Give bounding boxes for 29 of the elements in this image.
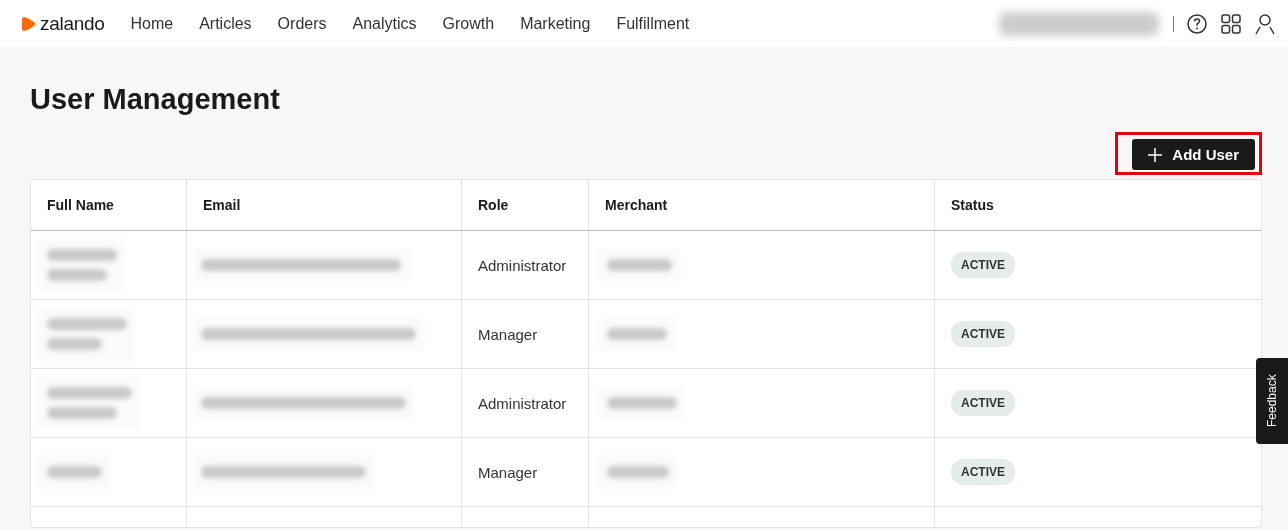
status-badge: ACTIVE <box>951 252 1015 278</box>
column-header: Merchant <box>605 197 668 213</box>
add-user-button[interactable]: Add User <box>1132 139 1255 170</box>
nav-link[interactable]: Home <box>130 14 174 33</box>
role-text: Manager <box>478 463 538 481</box>
nav-link[interactable]: Growth <box>442 14 495 33</box>
column-header: Status <box>951 197 994 213</box>
logo-icon <box>22 15 36 32</box>
help-icon[interactable] <box>1186 12 1208 35</box>
status-badge: ACTIVE <box>951 459 1015 485</box>
column-header: Email <box>203 197 241 213</box>
role-text: Manager <box>478 325 538 343</box>
user-icon[interactable] <box>1254 12 1276 35</box>
nav-link[interactable]: Articles <box>199 14 252 33</box>
column-header: Role <box>478 197 509 213</box>
role-text: Administrator <box>478 256 567 274</box>
nav-link[interactable]: Marketing <box>520 14 591 33</box>
status-badge: ACTIVE <box>951 321 1015 347</box>
page-title: User Management <box>30 83 281 116</box>
nav-link[interactable]: Analytics <box>352 14 417 33</box>
apps-grid-icon[interactable] <box>1220 12 1242 35</box>
role-text: Administrator <box>478 394 567 412</box>
nav-link[interactable]: Fulfillment <box>616 14 690 33</box>
brand-name[interactable]: zalando <box>40 12 105 35</box>
plus-icon <box>1148 147 1163 162</box>
status-badge: ACTIVE <box>951 390 1015 416</box>
column-header: Full Name <box>47 197 114 213</box>
nav-link[interactable]: Orders <box>277 14 327 33</box>
feedback-tab[interactable]: Feedback <box>1256 358 1288 444</box>
